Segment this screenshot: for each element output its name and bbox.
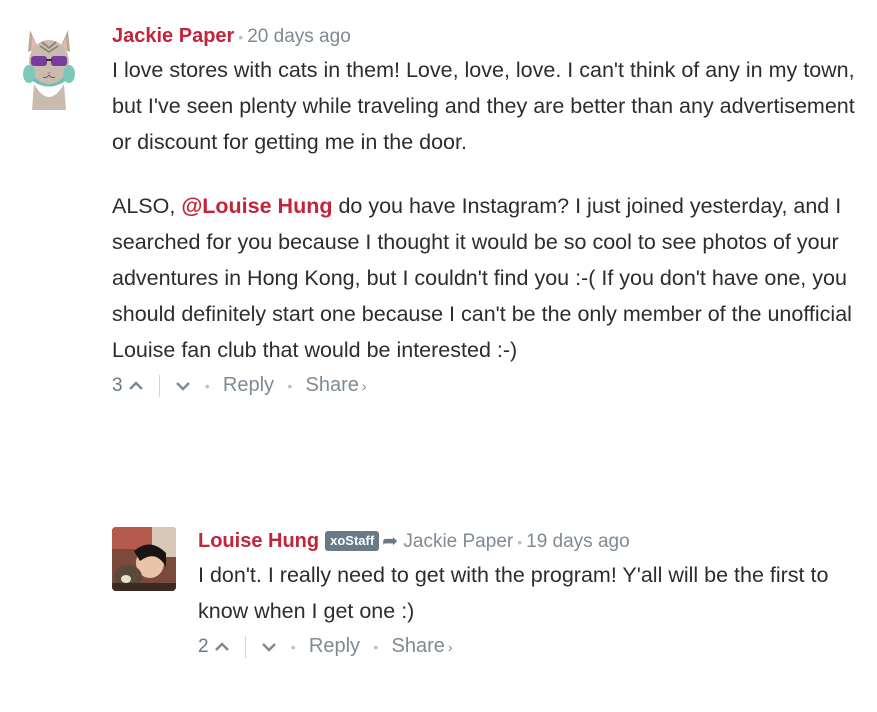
vote-count: 3 (112, 375, 123, 396)
downvote-button[interactable] (175, 380, 191, 392)
upvote-button[interactable] (214, 641, 230, 653)
separator-dot: • (204, 378, 210, 394)
vote-divider (159, 374, 161, 397)
parent-author[interactable]: Jackie Paper (403, 531, 513, 552)
timestamp[interactable]: 19 days ago (526, 531, 630, 552)
comment-body: Jackie Paper • 20 days ago I love stores w… (112, 22, 857, 402)
author-name[interactable]: Louise Hung (198, 530, 319, 552)
comment-text: I love stores with cats in them! Love, l… (112, 52, 857, 368)
chevron-down-icon (176, 382, 191, 391)
user-mention[interactable]: @Louise Hung (181, 194, 332, 218)
share-button[interactable]: Share › (392, 635, 453, 657)
downvote-button[interactable] (261, 641, 277, 653)
chevron-down-icon (262, 643, 277, 652)
timestamp[interactable]: 20 days ago (247, 26, 351, 47)
chevron-right-icon: › (447, 639, 453, 655)
upvote-button[interactable] (128, 380, 144, 392)
separator-dot: • (517, 534, 523, 550)
comment-body: Louise Hung xoStaff ➦ Jackie Paper • 19 days… (198, 527, 838, 663)
share-label: Share (391, 635, 445, 657)
author-name[interactable]: Jackie Paper (112, 25, 234, 47)
comment-paragraph: I love stores with cats in them! Love, l… (112, 58, 855, 154)
separator-dot: • (238, 29, 244, 45)
reply-button[interactable]: Reply (309, 635, 360, 657)
chevron-up-icon (128, 381, 143, 390)
chevron-right-icon: › (361, 378, 367, 394)
staff-badge: xoStaff (325, 531, 380, 551)
comment-header: Louise Hung xoStaff ➦ Jackie Paper • 19 days… (198, 527, 838, 555)
cat-avatar-icon (20, 22, 78, 110)
share-button[interactable]: Share › (306, 374, 367, 396)
vote-divider (245, 635, 247, 658)
text-segment: do you have Instagram? I just joined yes… (112, 194, 852, 362)
comment-paragraph: I don't. I really need to get with the p… (198, 563, 829, 623)
avatar[interactable] (20, 22, 78, 110)
reply-arrow-icon: ➦ (382, 531, 399, 552)
comment-header: Jackie Paper • 20 days ago (112, 22, 857, 50)
text-segment: ALSO, (112, 194, 182, 218)
chevron-up-icon (214, 642, 229, 651)
avatar[interactable] (112, 527, 176, 591)
comment-paragraph: ALSO, @Louise Hung do you have Instagram… (112, 188, 857, 368)
reply-button[interactable]: Reply (223, 374, 274, 396)
comment-text: I don't. I really need to get with the p… (198, 557, 838, 629)
vote-count: 2 (198, 636, 209, 657)
user-photo-avatar-icon (112, 527, 176, 591)
separator-dot: • (287, 378, 293, 394)
separator-dot: • (373, 639, 379, 655)
comment-actions: 3 • Reply • Share › (112, 368, 857, 402)
separator-dot: • (290, 639, 296, 655)
comment-actions: 2 • Reply • Share › (198, 629, 838, 663)
share-label: Share (305, 374, 359, 396)
